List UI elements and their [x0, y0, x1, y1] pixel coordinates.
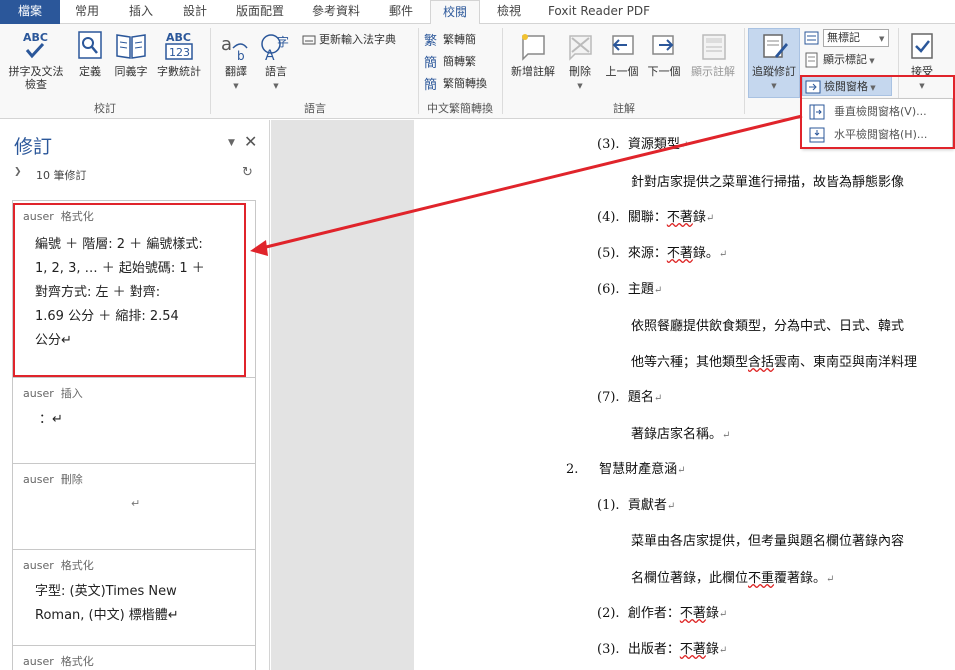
annotation-arrow	[250, 114, 803, 256]
